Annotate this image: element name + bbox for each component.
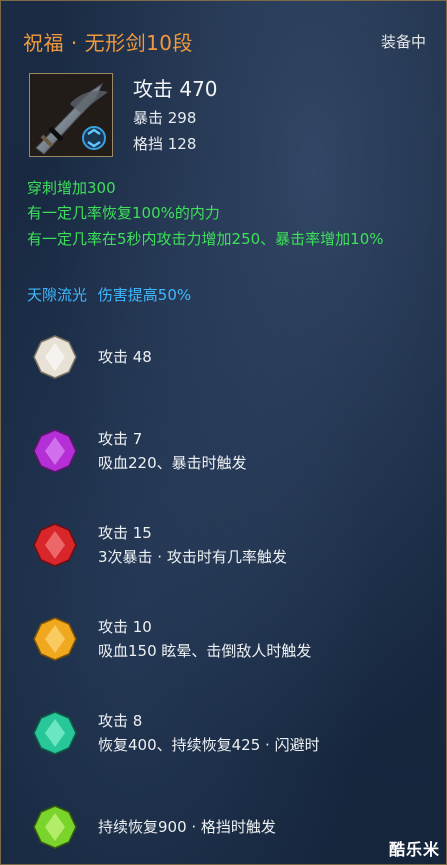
gem-stat-line: 3次暴击 · 攻击时有几率触发	[98, 548, 287, 566]
set-bonus-name: 天隙流光	[27, 286, 88, 304]
set-bonus-effect: 伤害提高50%	[97, 286, 192, 304]
sword-weapon-icon	[29, 73, 113, 157]
gem-slot: 攻击 7 吸血220、暴击时触发	[31, 427, 431, 487]
teal-gem-icon	[33, 711, 77, 755]
set-bonus: 天隙流光 伤害提高50%	[27, 284, 191, 305]
gem-stat-line: 吸血150 眩晕、击倒敌人时触发	[98, 642, 312, 660]
site-watermark: 酷乐米	[388, 840, 440, 859]
orange-gem-icon	[33, 617, 77, 661]
equip-status: 装备中	[380, 33, 426, 51]
gem-stat: 攻击 10 吸血150 眩晕、击倒敌人时触发	[98, 615, 311, 663]
gem-stat: 攻击 7 吸血220、暴击时触发	[98, 427, 247, 475]
purple-gem-icon	[33, 429, 77, 473]
gem-slot: 攻击 10 吸血150 眩晕、击倒敌人时触发	[31, 615, 431, 675]
gem-slot: 攻击 48	[31, 333, 431, 393]
gem-stat: 攻击 8 恢复400、持续恢复425 · 闪避时	[98, 709, 320, 757]
red-gem-icon	[33, 523, 77, 567]
effect-line: 穿刺增加300	[27, 179, 116, 197]
gem-stat: 攻击 15 3次暴击 · 攻击时有几率触发	[98, 521, 287, 569]
effect-line: 有一定几率恢复100%的内力	[27, 204, 220, 222]
green-gem-icon	[33, 805, 77, 849]
effect-line: 有一定几率在5秒内攻击力增加250、暴击率增加10%	[27, 230, 384, 248]
block-stat: 格挡 128	[133, 135, 197, 153]
gem-stat-line: 攻击 8	[98, 712, 143, 730]
item-tooltip: 祝福 · 无形剑10段 装备中 攻击 470 暴击 298 格挡 128 穿刺增…	[0, 0, 447, 865]
gem-stat-line: 攻击 10	[98, 618, 152, 636]
white-gem-icon	[33, 335, 77, 379]
gem-slot: 持续恢复900 · 格挡时触发	[31, 803, 431, 863]
gem-stat-line: 攻击 15	[98, 524, 152, 542]
gem-stat-line: 恢复400、持续恢复425 · 闪避时	[98, 736, 320, 754]
crit-stat: 暴击 298	[133, 109, 197, 127]
gem-stat: 持续恢复900 · 格挡时触发	[98, 818, 276, 836]
main-attack-stat: 攻击 470	[133, 77, 218, 101]
gem-stat: 攻击 48	[98, 348, 152, 366]
gem-stat-line: 吸血220、暴击时触发	[98, 454, 247, 472]
item-title: 祝福 · 无形剑10段	[23, 31, 194, 55]
gem-slot: 攻击 15 3次暴击 · 攻击时有几率触发	[31, 521, 431, 581]
gem-stat-line: 攻击 7	[98, 430, 143, 448]
gem-slot: 攻击 8 恢复400、持续恢复425 · 闪避时	[31, 709, 431, 769]
